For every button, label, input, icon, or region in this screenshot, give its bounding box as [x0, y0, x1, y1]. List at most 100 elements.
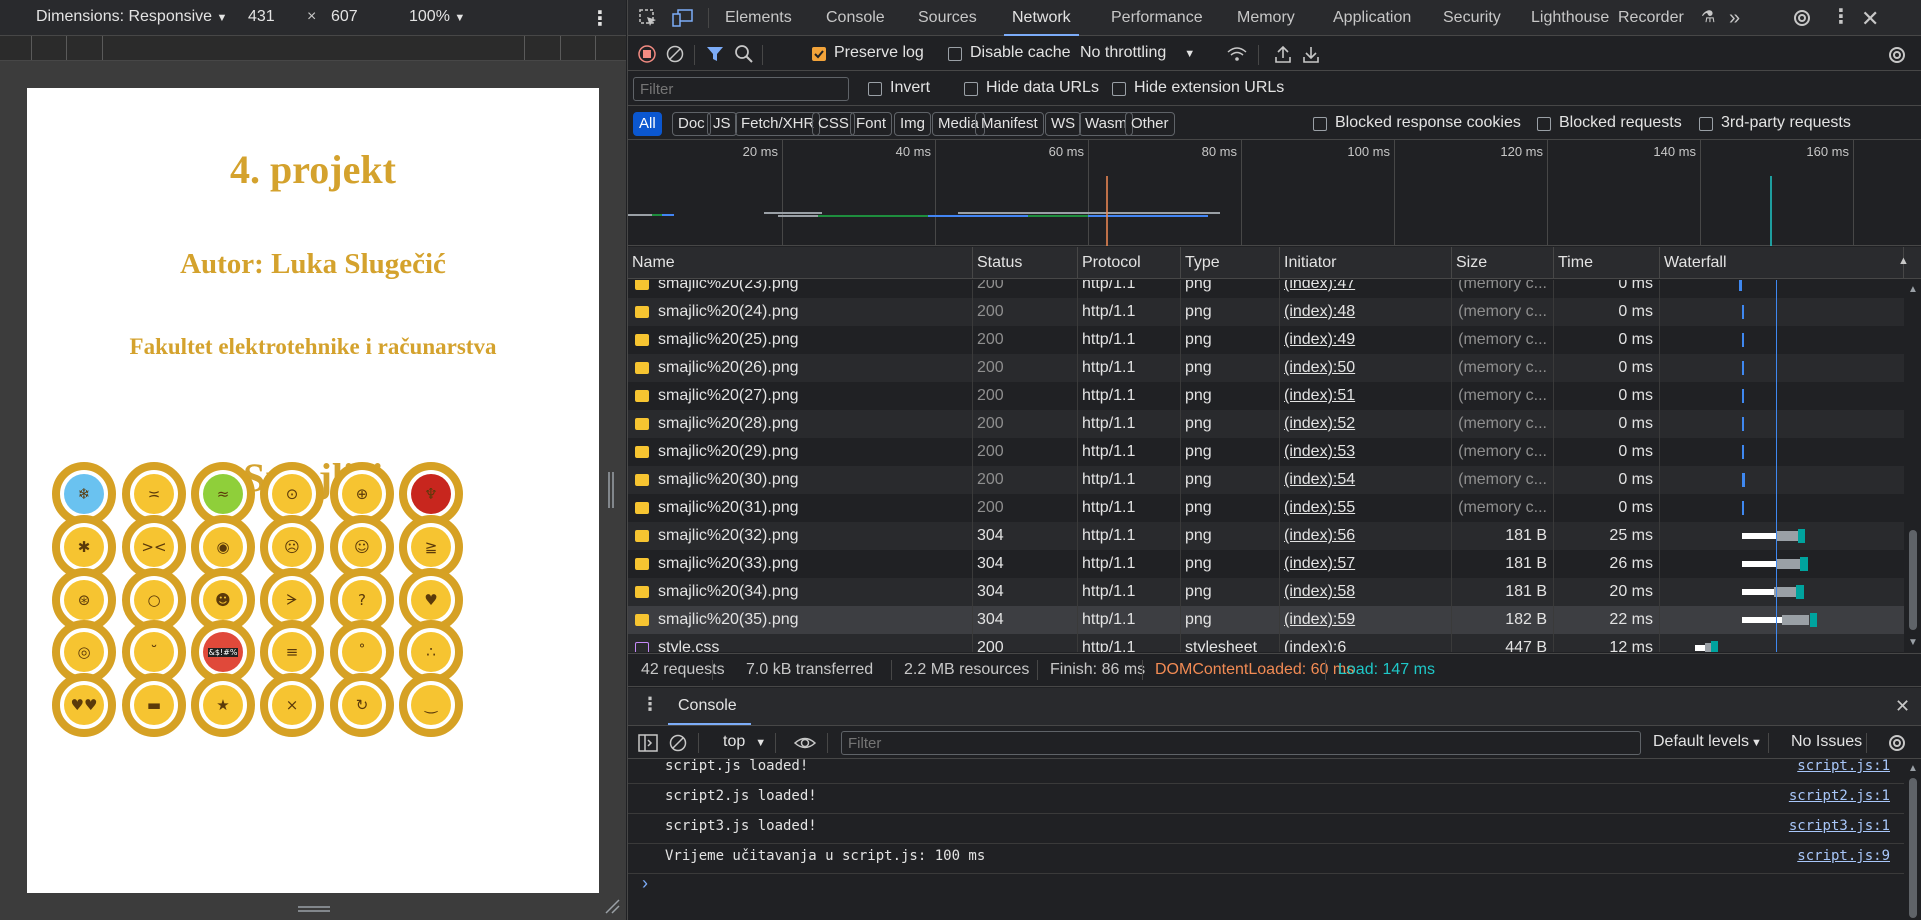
cell-initiator[interactable]: (index):47 [1280, 280, 1452, 298]
tab-lighthouse[interactable]: Lighthouse [1531, 0, 1609, 36]
initiator-value[interactable]: (index):49 [1284, 331, 1355, 348]
request-row[interactable]: style.css 200 http/1.1 stylesheet (index):6 4… [628, 634, 1904, 652]
export-har-icon[interactable] [1302, 44, 1320, 64]
column-header-time[interactable]: Time [1554, 247, 1660, 279]
initiator-value[interactable]: (index):56 [1284, 527, 1355, 544]
request-row[interactable]: smajlic%20(31).png 200 http/1.1 png (index):… [628, 494, 1904, 522]
network-settings-icon[interactable] [1887, 45, 1907, 65]
initiator-value[interactable]: (index):54 [1284, 471, 1355, 488]
tab-elements[interactable]: Elements [725, 0, 792, 36]
cell-initiator[interactable]: (index):54 [1280, 466, 1452, 494]
tab-console[interactable]: Console [826, 0, 885, 36]
import-har-icon[interactable] [1274, 44, 1292, 64]
dimensions-select[interactable]: Dimensions: Responsive ▼ [36, 8, 227, 26]
console-filter-input[interactable] [841, 731, 1641, 755]
scroll-thumb[interactable] [1909, 778, 1917, 918]
column-header-waterfall[interactable]: Waterfall [1660, 247, 1904, 279]
column-header-size[interactable]: Size [1452, 247, 1554, 279]
initiator-value[interactable]: (index):55 [1284, 499, 1355, 516]
corner-resize-icon[interactable] [604, 898, 620, 919]
request-row[interactable]: smajlic%20(35).png 304 http/1.1 png (index):… [628, 606, 1904, 634]
tab-sources[interactable]: Sources [918, 0, 977, 36]
type-filter-manifest[interactable]: Manifest [975, 112, 1044, 136]
live-expression-icon[interactable] [794, 734, 816, 752]
cell-initiator[interactable]: (index):56 [1280, 522, 1452, 550]
network-conditions-icon[interactable] [1226, 45, 1248, 63]
request-row[interactable]: smajlic%20(33).png 304 http/1.1 png (index):… [628, 550, 1904, 578]
tab-performance[interactable]: Performance [1111, 0, 1203, 36]
tab-recorder[interactable]: Recorder [1618, 0, 1684, 36]
invert-checkbox[interactable] [868, 82, 882, 96]
right-resize-handle[interactable] [607, 470, 615, 510]
tab-security[interactable]: Security [1443, 0, 1501, 36]
initiator-value[interactable]: (index):58 [1284, 583, 1355, 600]
console-scrollbar[interactable]: ▲ [1905, 760, 1921, 920]
cell-initiator[interactable]: (index):55 [1280, 494, 1452, 522]
sidebar-toggle-icon[interactable] [638, 734, 658, 752]
hide-extension-urls-checkbox[interactable] [1112, 82, 1126, 96]
filter-icon[interactable] [706, 45, 724, 63]
column-header-initiator[interactable]: Initiator [1280, 247, 1452, 279]
preserve-log-checkbox[interactable] [812, 47, 826, 61]
blocked-requests-checkbox[interactable] [1537, 117, 1551, 131]
console-source-link[interactable]: script2.js:1 [1789, 784, 1890, 808]
initiator-value[interactable]: (index):6 [1284, 639, 1346, 652]
request-row[interactable]: smajlic%20(24).png 200 http/1.1 png (index):… [628, 298, 1904, 326]
request-row[interactable]: smajlic%20(23).png 200 http/1.1 png (index):… [628, 280, 1904, 298]
type-filter-css[interactable]: CSS [812, 112, 855, 136]
scroll-down-icon[interactable]: ▼ [1908, 637, 1918, 648]
cell-initiator[interactable]: (index):59 [1280, 606, 1452, 634]
cell-initiator[interactable]: (index):49 [1280, 326, 1452, 354]
clear-console-icon[interactable] [669, 734, 687, 752]
request-row[interactable]: smajlic%20(27).png 200 http/1.1 png (index):… [628, 382, 1904, 410]
more-tabs-icon[interactable]: » [1729, 0, 1740, 36]
tab-network[interactable]: Network [1004, 0, 1079, 36]
ruler-mark[interactable] [31, 36, 32, 60]
column-header-name[interactable]: Name [628, 247, 973, 279]
initiator-value[interactable]: (index):47 [1284, 280, 1355, 292]
request-row[interactable]: smajlic%20(28).png 200 http/1.1 png (index):… [628, 410, 1904, 438]
cell-initiator[interactable]: (index):53 [1280, 438, 1452, 466]
console-source-link[interactable]: script.js:1 [1797, 754, 1890, 778]
ruler-mark[interactable] [66, 36, 67, 60]
column-header-status[interactable]: Status [973, 247, 1078, 279]
close-drawer-icon[interactable]: ✕ [1895, 696, 1910, 717]
sort-ascending-icon[interactable]: ▲ [1898, 255, 1909, 267]
inspect-element-icon[interactable] [638, 8, 658, 28]
request-row[interactable]: smajlic%20(30).png 200 http/1.1 png (index):… [628, 466, 1904, 494]
tab-application[interactable]: Application [1333, 0, 1411, 36]
height-input[interactable]: 607 [331, 8, 371, 26]
console-settings-icon[interactable] [1887, 733, 1907, 753]
cell-initiator[interactable]: (index):57 [1280, 550, 1452, 578]
cell-initiator[interactable]: (index):51 [1280, 382, 1452, 410]
width-input[interactable]: 431 [248, 8, 288, 26]
console-source-link[interactable]: script3.js:1 [1789, 814, 1890, 838]
disable-cache-checkbox[interactable] [948, 47, 962, 61]
scroll-thumb[interactable] [1909, 530, 1917, 630]
column-header-protocol[interactable]: Protocol [1078, 247, 1181, 279]
request-row[interactable]: smajlic%20(34).png 304 http/1.1 png (index):… [628, 578, 1904, 606]
blocked-cookies-checkbox[interactable] [1313, 117, 1327, 131]
context-select[interactable]: top ▼ [723, 733, 766, 751]
close-icon[interactable]: ✕ [1861, 6, 1879, 32]
scroll-up-icon[interactable]: ▲ [1908, 284, 1918, 295]
initiator-value[interactable]: (index):48 [1284, 303, 1355, 320]
scroll-up-icon[interactable]: ▲ [1908, 763, 1918, 774]
throttling-select[interactable]: No throttling ▼ [1080, 44, 1195, 62]
ruler-mark[interactable] [595, 36, 596, 60]
search-icon[interactable] [734, 44, 754, 64]
type-filter-font[interactable]: Font [850, 112, 893, 136]
type-filter-all[interactable]: All [633, 112, 662, 136]
cell-initiator[interactable]: (index):6 [1280, 634, 1452, 652]
request-row[interactable]: smajlic%20(26).png 200 http/1.1 png (index):… [628, 354, 1904, 382]
more-options-icon[interactable]: ⋮ [590, 6, 610, 31]
zoom-select[interactable]: 100% ▼ [409, 8, 465, 26]
column-header-type[interactable]: Type [1181, 247, 1280, 279]
drawer-tab-console[interactable]: Console [678, 697, 737, 715]
type-filter-ws[interactable]: WS [1045, 112, 1082, 136]
requests-scrollbar[interactable]: ▲ ▼ [1905, 280, 1921, 652]
console-prompt[interactable]: › [642, 873, 648, 894]
request-row[interactable]: smajlic%20(32).png 304 http/1.1 png (index):… [628, 522, 1904, 550]
request-row[interactable]: smajlic%20(25).png 200 http/1.1 png (index):… [628, 326, 1904, 354]
initiator-value[interactable]: (index):59 [1284, 611, 1355, 628]
